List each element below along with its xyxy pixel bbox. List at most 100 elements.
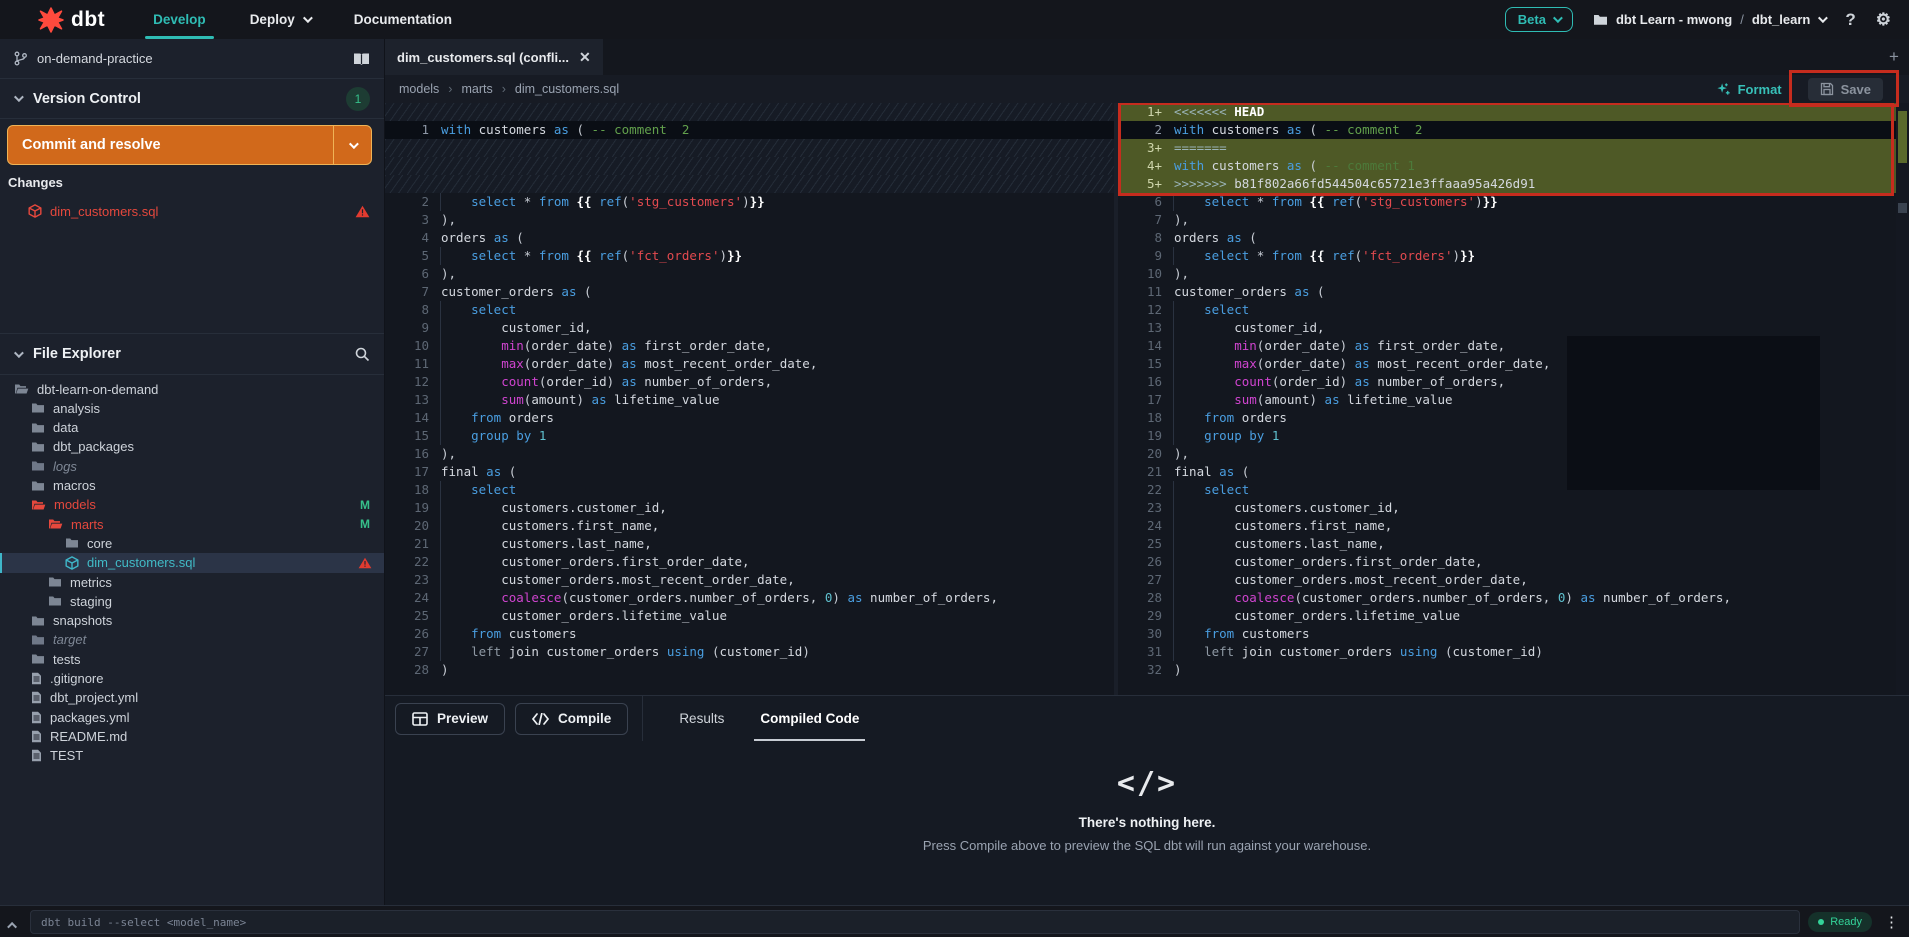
tree-item-models[interactable]: modelsM: [0, 495, 384, 515]
compile-button[interactable]: Compile: [515, 703, 628, 735]
code-line[interactable]: 7customer_orders as (: [385, 283, 1114, 301]
beta-dropdown[interactable]: Beta: [1505, 7, 1573, 32]
tree-item-target[interactable]: target: [0, 630, 384, 650]
account-selector[interactable]: dbt Learn - mwong / dbt_learn: [1593, 12, 1825, 27]
code-line[interactable]: 10 min(order_date) as first_order_date,: [385, 337, 1114, 355]
code-line[interactable]: 11 max(order_date) as most_recent_order_…: [385, 355, 1114, 373]
diff-spacer-row[interactable]: [385, 157, 1114, 175]
kebab-menu-icon[interactable]: ⋮: [1884, 913, 1899, 931]
code-line[interactable]: 11customer_orders as (: [1118, 283, 1896, 301]
close-icon[interactable]: ✕: [579, 49, 591, 66]
code-line[interactable]: 13 sum(amount) as lifetime_value: [385, 391, 1114, 409]
code-line[interactable]: 31 left join customer_orders using (cust…: [1118, 643, 1896, 661]
code-line[interactable]: 27 customer_orders.most_recent_order_dat…: [1118, 571, 1896, 589]
diff-pane-original[interactable]: 1with customers as ( -- comment 22 selec…: [385, 103, 1114, 695]
add-tab-button[interactable]: +: [1879, 39, 1909, 75]
gear-icon[interactable]: ⚙: [1876, 10, 1891, 30]
tree-item-readme-md[interactable]: README.md: [0, 726, 384, 746]
code-line[interactable]: 3),: [385, 211, 1114, 229]
code-line[interactable]: 21 customers.last_name,: [385, 535, 1114, 553]
format-button[interactable]: Format: [1716, 82, 1782, 97]
diff-spacer-row[interactable]: [385, 103, 1114, 121]
branch-selector[interactable]: on-demand-practice: [0, 39, 384, 79]
nav-documentation[interactable]: Documentation: [332, 0, 474, 39]
code-editor-diff[interactable]: 1with customers as ( -- comment 22 selec…: [385, 103, 1909, 695]
code-line[interactable]: 12 select: [1118, 301, 1896, 319]
dbt-logo[interactable]: dbt: [0, 7, 131, 33]
code-line[interactable]: 7),: [1118, 211, 1896, 229]
code-line[interactable]: 22 customer_orders.first_order_date,: [385, 553, 1114, 571]
code-line[interactable]: 8 select: [385, 301, 1114, 319]
code-line[interactable]: 4orders as (: [385, 229, 1114, 247]
commit-options-dropdown[interactable]: [333, 126, 371, 164]
tree-item-dbt-packages[interactable]: dbt_packages: [0, 437, 384, 457]
tree-item-dbt-learn-on-demand[interactable]: dbt-learn-on-demand: [0, 379, 384, 399]
expand-panel-icon[interactable]: [10, 916, 17, 934]
code-line[interactable]: 14 from orders: [385, 409, 1114, 427]
search-icon[interactable]: [354, 346, 370, 362]
breadcrumb-file[interactable]: dim_customers.sql: [515, 82, 619, 96]
code-line[interactable]: 2with customers as ( -- comment 2: [1118, 121, 1896, 139]
code-line[interactable]: 25 customer_orders.lifetime_value: [385, 607, 1114, 625]
code-line[interactable]: 29 customer_orders.lifetime_value: [1118, 607, 1896, 625]
scrollbar-overview-ruler[interactable]: [1896, 103, 1909, 695]
code-line[interactable]: 19 customers.customer_id,: [385, 499, 1114, 517]
save-button[interactable]: Save: [1808, 78, 1883, 101]
tree-item-packages-yml[interactable]: packages.yml: [0, 707, 384, 727]
code-line[interactable]: 28): [385, 661, 1114, 679]
code-line[interactable]: 20 customers.first_name,: [385, 517, 1114, 535]
editor-tab[interactable]: dim_customers.sql (confli... ✕: [385, 39, 603, 75]
code-line[interactable]: 23 customers.customer_id,: [1118, 499, 1896, 517]
code-line[interactable]: 4+with customers as ( -- comment 1: [1118, 157, 1896, 175]
tab-compiled-code[interactable]: Compiled Code: [742, 696, 877, 741]
tree-item-dbt-project-yml[interactable]: dbt_project.yml: [0, 688, 384, 708]
code-line[interactable]: 25 customers.last_name,: [1118, 535, 1896, 553]
tree-item-analysis[interactable]: analysis: [0, 398, 384, 418]
help-icon[interactable]: ?: [1845, 10, 1855, 30]
tree-item-dim-customers-sql[interactable]: dim_customers.sql: [0, 553, 384, 573]
changed-file-row[interactable]: dim_customers.sql: [0, 199, 384, 223]
code-line[interactable]: 24 coalesce(customer_orders.number_of_or…: [385, 589, 1114, 607]
tab-results[interactable]: Results: [661, 696, 742, 741]
code-line[interactable]: 6),: [385, 265, 1114, 283]
tree-item-metrics[interactable]: metrics: [0, 572, 384, 592]
code-line[interactable]: 26 from customers: [385, 625, 1114, 643]
diff-spacer-row[interactable]: [385, 139, 1114, 157]
code-line[interactable]: 28 coalesce(customer_orders.number_of_or…: [1118, 589, 1896, 607]
code-line[interactable]: 15 group by 1: [385, 427, 1114, 445]
dbt-command-input[interactable]: [30, 910, 1800, 934]
code-line[interactable]: 23 customer_orders.most_recent_order_dat…: [385, 571, 1114, 589]
code-line[interactable]: 24 customers.first_name,: [1118, 517, 1896, 535]
code-line[interactable]: 10),: [1118, 265, 1896, 283]
version-control-header[interactable]: Version Control 1: [0, 79, 384, 119]
code-line[interactable]: 30 from customers: [1118, 625, 1896, 643]
tree-item-tests[interactable]: tests: [0, 649, 384, 669]
code-line[interactable]: 5 select * from {{ ref('fct_orders')}}: [385, 247, 1114, 265]
file-explorer-header[interactable]: File Explorer: [0, 333, 384, 375]
code-line[interactable]: 17final as (: [385, 463, 1114, 481]
code-line[interactable]: 13 customer_id,: [1118, 319, 1896, 337]
code-line[interactable]: 18 select: [385, 481, 1114, 499]
tree-item-logs[interactable]: logs: [0, 456, 384, 476]
preview-button[interactable]: Preview: [395, 703, 505, 735]
tree-item-staging[interactable]: staging: [0, 591, 384, 611]
code-line[interactable]: 12 count(order_id) as number_of_orders,: [385, 373, 1114, 391]
code-line[interactable]: 26 customer_orders.first_order_date,: [1118, 553, 1896, 571]
diff-spacer-row[interactable]: [385, 175, 1114, 193]
tree-item-snapshots[interactable]: snapshots: [0, 611, 384, 631]
code-line[interactable]: 6 select * from {{ ref('stg_customers')}…: [1118, 193, 1896, 211]
nav-develop[interactable]: Develop: [131, 0, 228, 39]
code-line[interactable]: 32): [1118, 661, 1896, 679]
nav-deploy[interactable]: Deploy: [228, 0, 332, 39]
code-line[interactable]: 2 select * from {{ ref('stg_customers')}…: [385, 193, 1114, 211]
code-line[interactable]: 9 select * from {{ ref('fct_orders')}}: [1118, 247, 1896, 265]
breadcrumb-marts[interactable]: marts: [461, 82, 492, 96]
tree-item-core[interactable]: core: [0, 533, 384, 553]
code-line[interactable]: 27 left join customer_orders using (cust…: [385, 643, 1114, 661]
docs-book-icon[interactable]: [353, 52, 370, 66]
tree-item-data[interactable]: data: [0, 418, 384, 438]
tree-item-macros[interactable]: macros: [0, 476, 384, 496]
code-line[interactable]: 16),: [385, 445, 1114, 463]
code-line[interactable]: 9 customer_id,: [385, 319, 1114, 337]
code-line[interactable]: 1+<<<<<<< HEAD: [1118, 103, 1896, 121]
